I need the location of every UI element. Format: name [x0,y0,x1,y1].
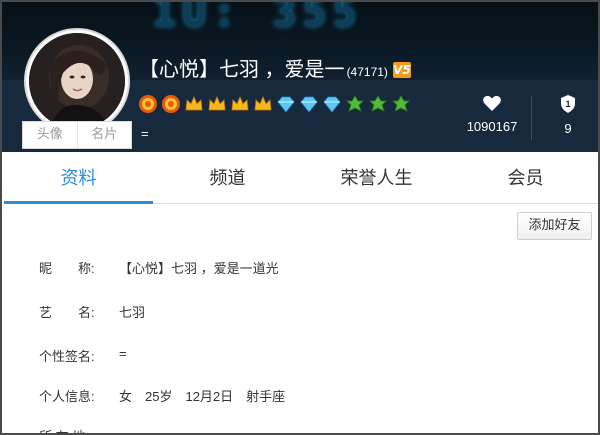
tab-membership[interactable]: 会员 [451,154,598,203]
crown-icon[interactable] [253,94,273,114]
info-value: 女 25岁 12月2日 射手座 [119,389,286,404]
tab-profile[interactable]: 资料 [4,154,153,204]
add-friend-button[interactable]: 添加好友 [517,212,592,240]
info-label: 昵 称: [39,261,95,276]
diamond-icon[interactable] [322,94,342,114]
honor-badges [138,94,411,114]
profile-nav-tabs: 资料 频道 荣誉人生 会员 [4,154,598,204]
avatar-tabs: 头像 名片 [22,121,132,149]
info-row-location: 所 在 地: [39,426,119,433]
level-stat[interactable]: 1 9 [550,94,586,138]
green-crown-icon[interactable] [368,94,388,114]
info-label: 所 在 地: [39,426,119,433]
user-title: 【心悦】七羽 ，爱是一 [139,59,345,81]
neon-sign-decoration: 1U: 355 [152,2,363,36]
avatar-tab-card[interactable]: 名片 [76,122,132,148]
avatar-image [29,33,125,129]
info-row-signature: 个性签名: = [39,346,127,365]
avatar-tab-photo[interactable]: 头像 [23,122,77,148]
likes-stat[interactable]: 1090167 [460,94,524,136]
medal-icon[interactable] [138,94,158,114]
svg-text:1: 1 [565,99,570,109]
profile-window: 1U: 355 头像 名片 【心悦】七羽 ，爱是一 (47171) V5 = 1… [0,0,600,435]
user-id: (47171) [346,65,388,79]
medal-icon[interactable] [161,94,181,114]
info-row-nickname: 昵 称: 【心悦】七羽 ，爱是一道光 [39,258,279,277]
crown-icon[interactable] [230,94,250,114]
tab-channel[interactable]: 频道 [153,154,302,203]
crown-icon[interactable] [184,94,204,114]
info-label: 个性签名: [39,349,95,364]
info-value: 【心悦】七羽 ，爱是一道光 [119,261,279,276]
info-row-stage-name: 艺 名: 七羽 [39,302,145,321]
diamond-icon[interactable] [299,94,319,114]
info-row-personal-info: 个人信息: 女 25岁 12月2日 射手座 [39,386,285,405]
level-value: 9 [564,121,572,136]
diamond-icon[interactable] [276,94,296,114]
title-row: 【心悦】七羽 ，爱是一 (47171) V5 [139,52,411,82]
crown-icon[interactable] [207,94,227,114]
info-label: 个人信息: [39,389,95,404]
v-level-badge: V5 [392,62,411,78]
green-crown-icon[interactable] [345,94,365,114]
level-shield-icon: 1 [561,95,575,113]
header-signature: = [141,126,149,141]
stat-divider [531,96,532,140]
info-label: 艺 名: [39,305,95,320]
profile-header: 1U: 355 头像 名片 【心悦】七羽 ，爱是一 (47171) V5 = 1… [2,2,598,152]
info-value: 七羽 [119,305,146,320]
tab-honor-life[interactable]: 荣誉人生 [302,154,451,203]
likes-count: 1090167 [466,119,518,134]
avatar[interactable] [29,33,125,129]
info-value: = [119,346,127,361]
heart-icon [483,95,501,111]
green-crown-icon[interactable] [391,94,411,114]
